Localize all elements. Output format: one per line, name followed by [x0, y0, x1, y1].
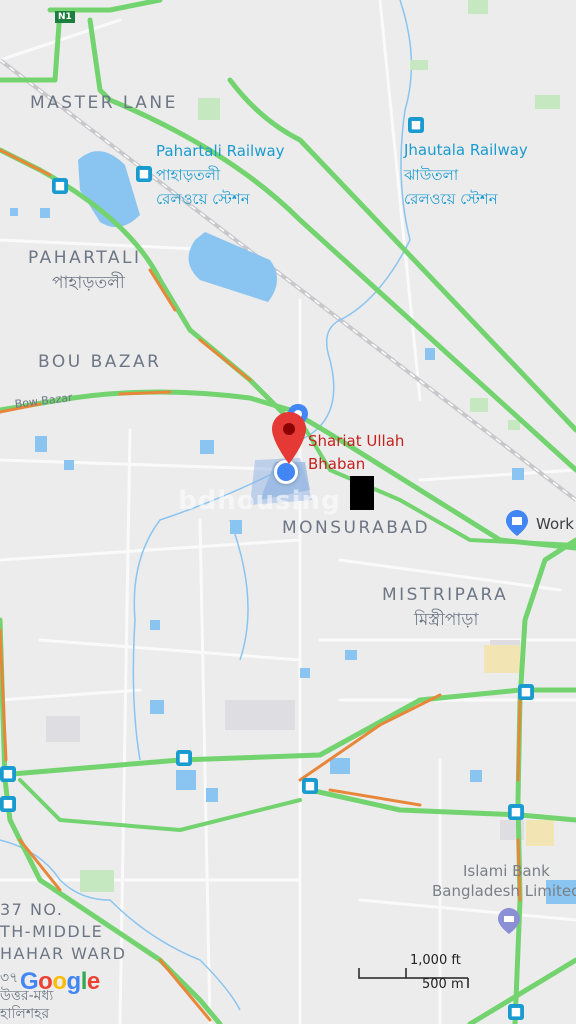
- bank-icon[interactable]: [498, 908, 520, 934]
- work-place-icon[interactable]: [506, 510, 528, 536]
- poi-jhautala-railway-bn: ঝাউতলা: [404, 166, 459, 184]
- watermark-text: bdhousing: [178, 486, 341, 516]
- redaction-box: [350, 476, 374, 510]
- area-label-bou-bazar: BOU BAZAR: [38, 352, 162, 372]
- bus-stop-icon[interactable]: ■: [302, 778, 318, 794]
- area-label-pahartali-bn: পাহাড়তলী: [52, 273, 125, 293]
- poi-islami-bank-line2[interactable]: Bangladesh Limited: [432, 882, 576, 900]
- map-canvas[interactable]: bdhousing N1 MASTER LANE PAHARTALI পাহাড…: [0, 0, 576, 1024]
- area-label-ward-bn-line3: হালিশহর: [0, 1006, 50, 1022]
- scale-label-metric: 500 m: [422, 977, 464, 992]
- train-station-icon[interactable]: ■: [408, 117, 424, 133]
- area-label-mistripara-bn: মিস্ত্রীপাড়া: [414, 610, 479, 630]
- bus-stop-icon[interactable]: ■: [0, 796, 16, 812]
- area-label-master-lane: MASTER LANE: [30, 93, 178, 113]
- area-label-mistripara: MISTRIPARA: [382, 585, 509, 605]
- area-label-monsurabad: MONSURABAD: [282, 518, 431, 538]
- area-label-ward-line1: 37 NO.: [0, 900, 64, 919]
- poi-jhautala-railway[interactable]: Jhautala Railway: [404, 141, 528, 159]
- train-station-icon[interactable]: ■: [136, 166, 152, 182]
- poi-work[interactable]: Work: [536, 515, 574, 533]
- poi-pahartali-railway[interactable]: Pahartali Railway: [156, 142, 285, 160]
- scale-label-imperial: 1,000 ft: [410, 953, 461, 968]
- map-pin-icon[interactable]: [272, 412, 306, 464]
- selected-place-label-line2[interactable]: Bhaban: [308, 455, 365, 473]
- poi-islami-bank-line1[interactable]: Islami Bank: [463, 862, 550, 880]
- highway-shield-n1: N1: [55, 11, 75, 23]
- google-logo: Google: [20, 968, 100, 995]
- pond-pahartali: [188, 232, 278, 302]
- area-label-ward-line2: TH-MIDDLE: [0, 922, 104, 941]
- bus-stop-icon[interactable]: ■: [518, 684, 534, 700]
- selected-place-label-line1[interactable]: Shariat Ullah: [308, 432, 404, 450]
- area-label-pahartali: PAHARTALI: [28, 248, 142, 268]
- poi-pahartali-railway-bn: পাহাড়তলী: [156, 166, 221, 184]
- bus-stop-icon[interactable]: ■: [176, 750, 192, 766]
- poi-jhautala-railway-bn2: রেলওয়ে স্টেশন: [404, 190, 498, 208]
- bus-stop-icon[interactable]: ■: [0, 766, 16, 782]
- poi-pahartali-railway-bn2: রেলওয়ে স্টেশন: [156, 190, 250, 208]
- bus-stop-icon[interactable]: ■: [508, 804, 524, 820]
- area-label-ward-line3: HAHAR WARD: [0, 944, 127, 963]
- logo-part: G: [20, 968, 39, 995]
- bus-stop-icon[interactable]: ■: [52, 178, 68, 194]
- bus-stop-icon[interactable]: ■: [508, 1004, 524, 1020]
